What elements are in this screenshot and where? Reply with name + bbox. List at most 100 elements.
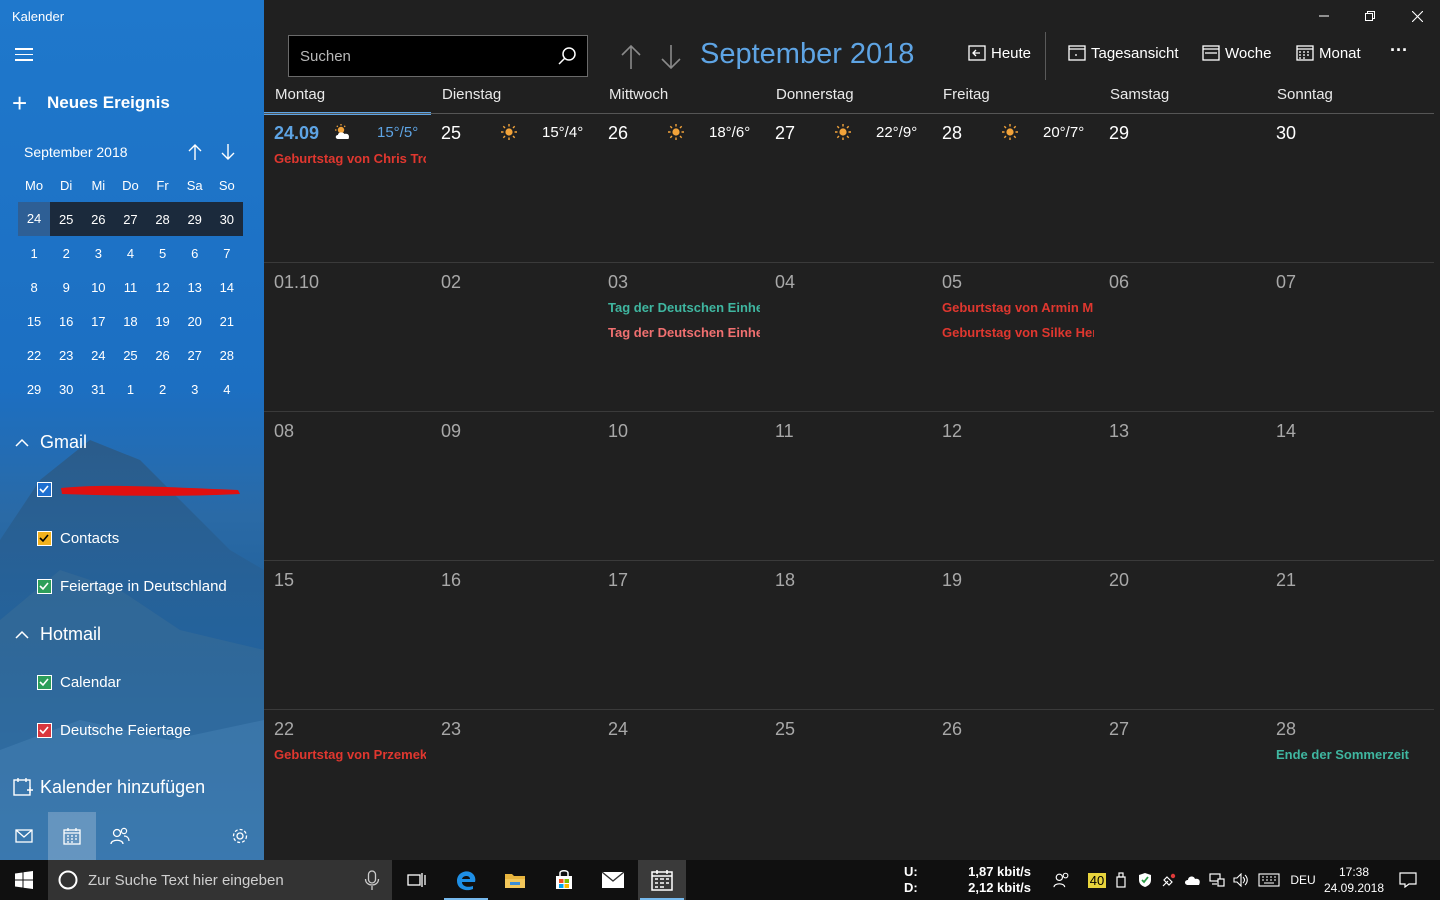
calendar-item-calendar[interactable]: Calendar	[37, 674, 121, 691]
mini-calendar-day[interactable]: 22	[18, 348, 50, 363]
mini-calendar-day[interactable]: 9	[50, 280, 82, 295]
calendar-day-cell[interactable]: 17	[598, 561, 765, 709]
calendar-event[interactable]: Geburtstag von Armin M	[942, 300, 1094, 315]
clock-button[interactable]: 17:38 24.09.2018	[1322, 864, 1386, 896]
calendar-day-cell[interactable]: 12	[932, 412, 1099, 560]
mini-calendar-day[interactable]: 4	[211, 382, 243, 397]
mini-prev-month-button[interactable]	[185, 142, 205, 167]
calendar-event[interactable]: Tag der Deutschen Einhei	[608, 300, 760, 315]
calendar-day-cell[interactable]: 15	[264, 561, 431, 709]
mini-calendar-day[interactable]: 29	[18, 382, 50, 397]
mini-calendar-day[interactable]: 3	[82, 246, 114, 261]
calendar-day-cell[interactable]: 22 Geburtstag von Przemek	[264, 710, 431, 858]
mini-calendar-day[interactable]: 1	[114, 382, 146, 397]
app-tray-button[interactable]	[1158, 860, 1180, 900]
calendar-event[interactable]: Ende der Sommerzeit	[1276, 747, 1428, 762]
mini-calendar-day[interactable]: 19	[147, 314, 179, 329]
calendar-day-cell[interactable]: 08	[264, 412, 431, 560]
mini-calendar-day[interactable]: 3	[179, 382, 211, 397]
calendar-day-cell[interactable]: 30	[1266, 114, 1433, 262]
calendar-event[interactable]: Tag der Deutschen Einhei	[608, 325, 760, 340]
search-button[interactable]	[547, 36, 587, 76]
month-title[interactable]: September 2018	[700, 38, 914, 71]
microphone-icon[interactable]	[352, 860, 392, 900]
network-tray-button[interactable]	[1206, 860, 1228, 900]
account-hotmail-toggle[interactable]: Hotmail	[14, 624, 101, 645]
checkbox[interactable]	[37, 531, 52, 546]
settings-button[interactable]	[216, 812, 264, 860]
new-event-button[interactable]: + Neues Ereignis	[12, 90, 170, 116]
taskbar-search-input[interactable]	[88, 871, 352, 889]
mini-calendar-day[interactable]: 31	[82, 382, 114, 397]
calendar-day-cell[interactable]: 13	[1099, 412, 1266, 560]
people-app-button[interactable]	[96, 812, 144, 860]
calendar-day-cell[interactable]: 02	[431, 263, 598, 411]
calendar-day-cell[interactable]: 04	[765, 263, 932, 411]
hamburger-menu-button[interactable]	[15, 48, 33, 62]
mini-calendar-day[interactable]: 16	[50, 314, 82, 329]
close-button[interactable]	[1394, 0, 1440, 32]
calendar-day-cell[interactable]: 10	[598, 412, 765, 560]
calendar-day-cell[interactable]: 23	[431, 710, 598, 858]
mini-calendar-day[interactable]: 29	[179, 212, 211, 227]
calendar-taskbar-button[interactable]	[638, 860, 686, 900]
mini-calendar-day[interactable]: 28	[147, 212, 179, 227]
mini-calendar-day[interactable]: 21	[211, 314, 243, 329]
calendar-day-cell[interactable]: 27	[1099, 710, 1266, 858]
calendar-day-cell[interactable]: 11	[765, 412, 932, 560]
volume-tray-button[interactable]	[1230, 860, 1252, 900]
people-button[interactable]	[1048, 860, 1076, 900]
account-gmail-toggle[interactable]: Gmail	[14, 432, 87, 453]
mini-calendar-day[interactable]: 27	[114, 212, 146, 227]
mini-calendar-day[interactable]: 27	[179, 348, 211, 363]
minimize-button[interactable]	[1301, 0, 1347, 32]
month-view-button[interactable]: Monat	[1296, 44, 1361, 62]
calendar-day-cell[interactable]: 29	[1099, 114, 1266, 262]
touch-keyboard-button[interactable]	[1254, 860, 1284, 900]
mini-calendar-day[interactable]: 15	[18, 314, 50, 329]
action-center-button[interactable]	[1392, 860, 1424, 900]
checkbox[interactable]	[37, 675, 52, 690]
calendar-event[interactable]: Geburtstag von Silke Her	[942, 325, 1094, 340]
calendar-day-cell[interactable]: 25	[765, 710, 932, 858]
previous-button[interactable]	[616, 42, 646, 72]
more-options-button[interactable]: ···	[1390, 40, 1408, 61]
mini-calendar-day[interactable]: 25	[50, 212, 82, 227]
mini-calendar-day[interactable]: 18	[114, 314, 146, 329]
mini-calendar-day[interactable]: 24	[18, 202, 51, 236]
mini-calendar-day[interactable]: 26	[82, 212, 114, 227]
today-button[interactable]: Heute	[968, 44, 1031, 62]
calendar-day-cell[interactable]: 16	[431, 561, 598, 709]
edge-browser-button[interactable]	[442, 860, 490, 900]
checkbox[interactable]	[37, 579, 52, 594]
calendar-event[interactable]: Geburtstag von Przemek	[274, 747, 426, 762]
calendar-day-cell[interactable]: 14	[1266, 412, 1433, 560]
mail-taskbar-button[interactable]	[589, 860, 637, 900]
calendar-day-cell[interactable]: 09	[431, 412, 598, 560]
search-input[interactable]	[289, 47, 547, 65]
usb-tray-button[interactable]	[1110, 860, 1132, 900]
mini-calendar-day[interactable]: 17	[82, 314, 114, 329]
calendar-day-cell[interactable]: 03 Tag der Deutschen Einhei Tag der Deutsc…	[598, 263, 765, 411]
calendar-item-deutsche-feiertage[interactable]: Deutsche Feiertage	[37, 722, 191, 739]
input-language-button[interactable]: DEU	[1288, 860, 1318, 900]
file-explorer-button[interactable]	[491, 860, 539, 900]
mini-calendar-day[interactable]: 30	[211, 212, 243, 227]
calendar-day-cell[interactable]: 26	[932, 710, 1099, 858]
calendar-day-cell[interactable]: 01.10	[264, 263, 431, 411]
task-view-button[interactable]	[393, 860, 441, 900]
calendar-day-cell[interactable]: 20	[1099, 561, 1266, 709]
mini-calendar-day[interactable]: 11	[114, 280, 146, 295]
tray-badge[interactable]: 40	[1086, 860, 1108, 900]
mini-calendar-day[interactable]: 10	[82, 280, 114, 295]
mini-calendar-day[interactable]: 28	[211, 348, 243, 363]
calendar-day-cell[interactable]: 18	[765, 561, 932, 709]
mini-calendar-day[interactable]: 14	[211, 280, 243, 295]
start-button[interactable]	[0, 860, 48, 900]
mini-calendar-day[interactable]: 23	[50, 348, 82, 363]
calendar-day-cell[interactable]: 25 15°/4°	[431, 114, 598, 262]
calendar-item-feiertage-in-deutschland[interactable]: Feiertage in Deutschland	[37, 578, 227, 595]
mini-calendar-day[interactable]: 13	[179, 280, 211, 295]
calendar-day-cell[interactable]: 19	[932, 561, 1099, 709]
mini-calendar-day[interactable]: 8	[18, 280, 50, 295]
